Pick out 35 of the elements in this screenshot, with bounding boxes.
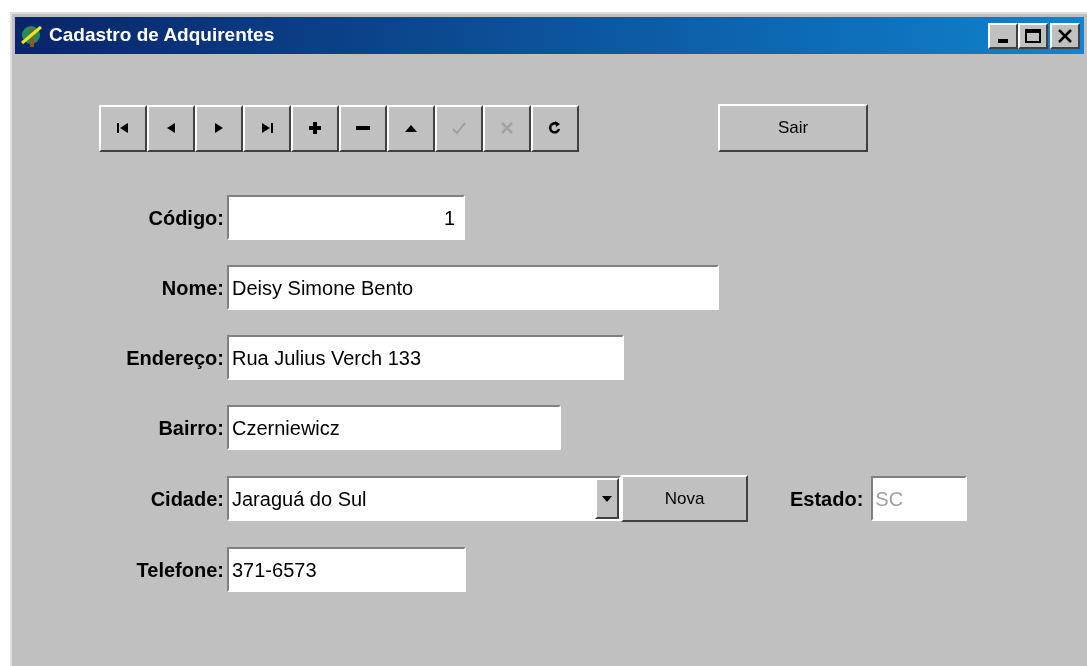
minimize-icon: [998, 38, 1008, 43]
maximize-icon: [1025, 28, 1041, 43]
navigator-button[interactable]: [531, 104, 579, 152]
field-label: Bairro:: [157, 415, 225, 441]
navigator-button[interactable]: [147, 104, 195, 152]
maximize-button[interactable]: [1018, 22, 1048, 49]
navigator-button[interactable]: [243, 104, 291, 152]
dropdown-value: Jaraguá do Sul: [231, 486, 368, 512]
input-field[interactable]: Czerniewicz: [227, 405, 561, 450]
input-field[interactable]: Rua Julius Verch 133: [227, 335, 624, 380]
close-icon: [1058, 28, 1072, 43]
input-field[interactable]: 1: [227, 195, 465, 240]
field-label: Endereço:: [125, 345, 225, 371]
plus-icon: [306, 119, 324, 137]
input-field[interactable]: 371-6573: [227, 547, 466, 592]
new-city-button[interactable]: Nova: [621, 475, 748, 522]
input-field[interactable]: Deisy Simone Bento: [227, 265, 719, 310]
minus-icon: [356, 126, 370, 130]
navigator-button[interactable]: [99, 104, 147, 152]
navigator-button[interactable]: [291, 104, 339, 152]
field-label: Estado:: [790, 486, 864, 512]
exit-button[interactable]: Sair: [718, 104, 868, 152]
field-label: Cidade:: [149, 486, 225, 512]
navigator-button[interactable]: [387, 104, 435, 152]
minimize-button[interactable]: [988, 22, 1018, 49]
navigator-button[interactable]: [339, 104, 387, 152]
window-title: Cadastro de Adquirentes: [49, 23, 275, 48]
navigator-button[interactable]: [195, 104, 243, 152]
field-label: Telefone:: [135, 557, 225, 583]
close-button[interactable]: [1050, 22, 1080, 49]
field-label: Código:: [147, 205, 225, 231]
dropdown-field[interactable]: Jaraguá do Sul: [227, 476, 621, 521]
caret-down-icon: [602, 495, 612, 502]
dropdown-arrow-button[interactable]: [595, 478, 619, 519]
field-label: Nome:: [160, 275, 225, 301]
